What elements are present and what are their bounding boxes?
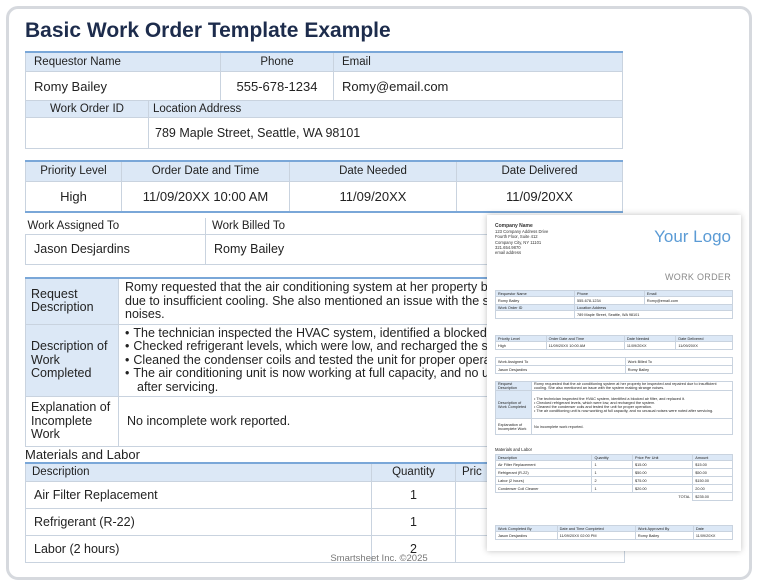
requestor-name-label: Requestor Name (25, 51, 221, 72)
work-order-id-label: Work Order ID (25, 100, 149, 118)
preview-cell (496, 493, 592, 501)
preview-cell: Romy requested that the air conditioning… (531, 381, 733, 391)
preview-cell: Description of Work Completed (495, 390, 532, 419)
preview-cell: $15.00 (692, 460, 733, 469)
phone-label: Phone (220, 51, 334, 72)
request-description-label: Request Description (25, 277, 119, 325)
preview-cell: Romy Bailey (634, 531, 694, 540)
preview-cell: Romy Bailey (624, 365, 734, 374)
priority-label: Priority Level (25, 160, 122, 182)
preview-cell: 789 Maple Street, Seattle, WA 98101 (574, 310, 733, 319)
preview-cell: Explanation of Incomplete Work (495, 418, 532, 435)
preview-cell: Request Description (495, 381, 532, 391)
preview-logo: Your Logo (654, 227, 731, 246)
date-needed-value: 11/09/20XX (289, 180, 457, 213)
preview-details-table: Request Description Romy requested that t… (495, 381, 733, 435)
preview-cell: Labor (2 hours) (494, 476, 593, 485)
date-delivered-value: 11/09/20XX (456, 180, 623, 213)
footer-copyright: Smartsheet Inc. ©2025 (330, 553, 428, 564)
preview-cell: Jason Desjardins (495, 531, 558, 540)
order-date-value: 11/09/20XX 10:00 AM (121, 180, 290, 213)
preview-cell: High (495, 341, 547, 350)
preview-cell: Refrigerant (R-22) (494, 468, 593, 477)
preview-cell: $50.00 (692, 468, 733, 477)
materials-description-header: Description (25, 462, 372, 482)
date-delivered-label: Date Delivered (456, 160, 623, 182)
location-label: Location Address (148, 100, 623, 118)
preview-cell: Romy Bailey (494, 296, 576, 305)
page-title: Basic Work Order Template Example (25, 19, 391, 42)
work-completed-label: Description of Work Completed (25, 323, 119, 397)
preview-order-table: Priority Level Order Date and Time Date Ne… (495, 335, 733, 350)
preview-requestor-table: Requestor Name Phone Email Romy Bailey 555-… (494, 290, 734, 319)
requestor-table: Requestor Name Phone Email Romy Bailey 5… (25, 51, 623, 102)
document-frame: Basic Work Order Template Example Reques… (6, 6, 752, 580)
preview-assignment-table: Work Assigned To Work Billed To Jason Des… (495, 357, 734, 374)
preview-cell: No incomplete work reported. (531, 418, 733, 435)
preview-company-line: email address (495, 250, 522, 256)
order-date-label: Order Date and Time (121, 160, 290, 182)
preview-company-block: Company Name 123 Company Address Drive F… (495, 223, 548, 255)
work-order-id-value (25, 117, 149, 149)
preview-cell: $20.00 (632, 484, 694, 493)
material-quantity: 1 (371, 480, 456, 509)
preview-cell (494, 310, 576, 319)
preview-cell: TOTAL (678, 494, 691, 499)
preview-cell: 1 (591, 484, 634, 493)
assigned-to-label: Work Assigned To (25, 218, 206, 235)
preview-cell: $50.00 (632, 468, 694, 477)
assigned-to-value: Jason Desjardins (25, 233, 206, 265)
preview-cell: Condenser Coil Cleaner (494, 484, 593, 493)
preview-signoff-table: Work Completed By Date and Time Completed… (495, 525, 734, 540)
preview-cell: Work Assigned To (495, 357, 626, 366)
preview-heading: WORK ORDER (665, 272, 731, 282)
preview-cell: 2 (591, 476, 634, 485)
preview-materials-title: Materials and Labor (495, 447, 533, 452)
materials-section-title: Materials and Labor (25, 447, 140, 462)
preview-cell: Work Billed To (624, 357, 734, 366)
material-quantity: 1 (371, 507, 456, 536)
preview-cell: Air Filter Replacement (494, 460, 593, 469)
preview-cell (592, 493, 633, 501)
materials-quantity-header: Quantity (371, 462, 456, 482)
location-table: Work Order ID Location Address 789 Maple… (25, 100, 623, 149)
incomplete-work-label: Explanation of Incomplete Work (25, 396, 119, 447)
preview-cell: 11/09/20XX (692, 531, 734, 540)
assignment-table: Work Assigned To Work Billed To Jason De… (25, 218, 545, 265)
preview-cell: 11/09/20XX (675, 341, 733, 350)
template-preview-thumbnail[interactable]: Company Name 123 Company Address Drive F… (487, 215, 741, 551)
location-value: 789 Maple Street, Seattle, WA 98101 (148, 117, 623, 149)
preview-cell: $235.00 (692, 492, 733, 501)
email-label: Email (333, 51, 623, 72)
preview-cell: $75.00 (632, 476, 694, 485)
date-needed-label: Date Needed (289, 160, 457, 182)
phone-value: 555-678-1234 (220, 70, 334, 102)
preview-cell: 20.00 (692, 484, 733, 493)
preview-cell: $150.00 (692, 476, 733, 485)
preview-cell: Romy@email.com (643, 296, 734, 305)
order-table: Priority Level Order Date and Time Date … (25, 160, 623, 213)
material-description: Refrigerant (R-22) (25, 507, 372, 536)
priority-value: High (25, 180, 122, 213)
email-value: Romy@email.com (333, 70, 623, 102)
preview-line: • The air conditioning unit is now worki… (534, 408, 714, 413)
preview-cell: 11/09/20XX 02:00 PM (556, 531, 636, 540)
preview-cell: 1 (591, 460, 634, 469)
preview-company-name: Company Name (495, 223, 533, 229)
preview-cell: 555-678-1234 (574, 296, 645, 305)
preview-cell: Jason Desjardins (495, 365, 626, 374)
preview-cell: • The technician inspected the HVAC syst… (531, 390, 733, 419)
preview-materials-table: Description Quantity Price Per Unit Amount … (494, 454, 733, 501)
preview-cell: 1 (591, 468, 634, 477)
material-description: Air Filter Replacement (25, 480, 372, 509)
preview-cell: $15.00 (632, 460, 694, 469)
requestor-name-value: Romy Bailey (25, 70, 221, 102)
preview-cell: 11/09/20XX (623, 341, 677, 350)
preview-cell: 11/09/20XX 10:00 AM (545, 341, 625, 350)
